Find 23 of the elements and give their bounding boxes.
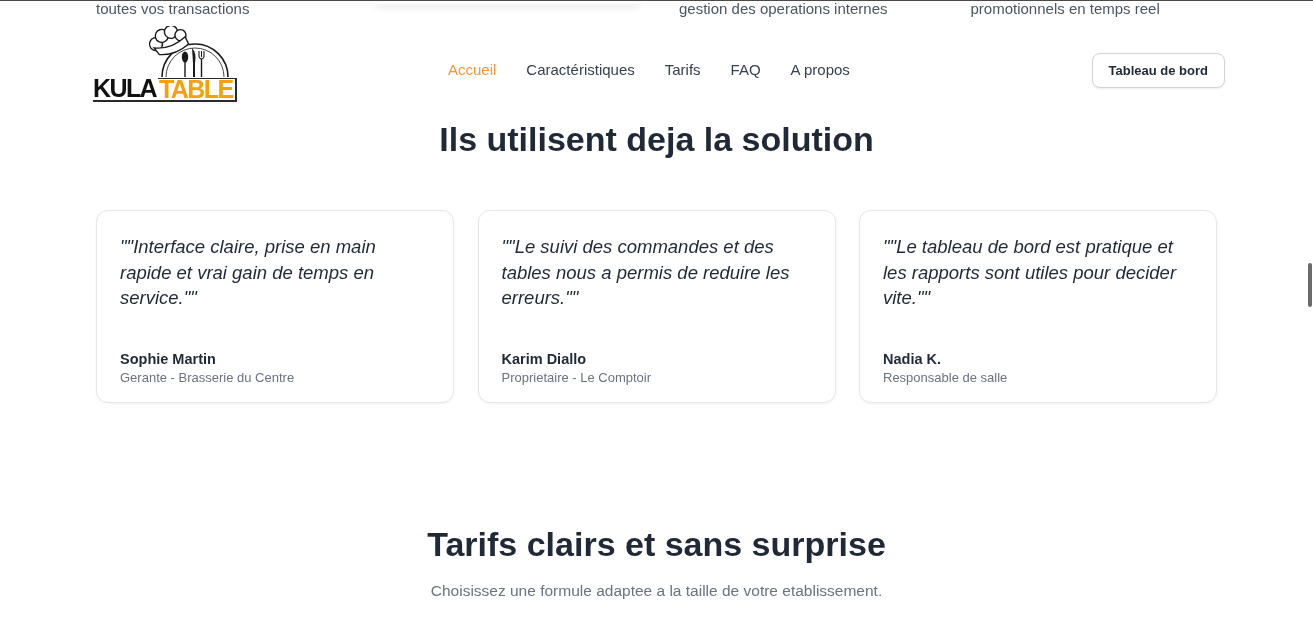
section-title: Ils utilisent deja la solution xyxy=(438,122,875,156)
nav-link[interactable]: A propos xyxy=(790,59,850,81)
author-name: Sophie Martin xyxy=(120,350,216,369)
testimonial-quote: ""Le suivi des commandes et des tables nous a permis de reduire les erreurs."" xyxy=(501,235,791,310)
nav-link[interactable]: Tarifs xyxy=(664,59,701,81)
chef-hat-plate-icon xyxy=(147,25,231,78)
author-role: Gerante - Brasserie du Centre xyxy=(120,369,295,387)
author-name: Nadia K. xyxy=(883,350,941,369)
nav-link[interactable]: FAQ xyxy=(730,59,761,81)
testimonial-quote: ""Le tableau de bord est pratique et les rapports sont utiles pour decider vite."" xyxy=(883,235,1178,310)
author-role: Proprietaire - Le Comptoir xyxy=(501,369,652,387)
feature-text: toutes vos transactions xyxy=(96,1,250,16)
section-title: Tarifs clairs et sans surprise xyxy=(427,527,886,561)
logo-wordmark[interactable]: KULATABLE xyxy=(93,77,237,102)
section-subtitle: Choisissez une formule adaptee a la taille de votre etablissement. xyxy=(430,581,883,601)
scrollbar-thumb[interactable] xyxy=(1308,263,1312,307)
dashboard-button[interactable]: Tableau de bord xyxy=(1091,52,1225,88)
testimonial-quote: ""Interface claire, prise en main rapide et vrai gain de temps en service."" xyxy=(120,235,377,310)
feature-text: promotionnels en temps reel xyxy=(970,1,1160,16)
feature-text: gestion des operations internes xyxy=(679,1,888,16)
author-name: Karim Diallo xyxy=(501,350,587,369)
nav-link[interactable]: Caractéristiques xyxy=(526,59,635,81)
author-role: Responsable de salle xyxy=(883,369,1008,387)
